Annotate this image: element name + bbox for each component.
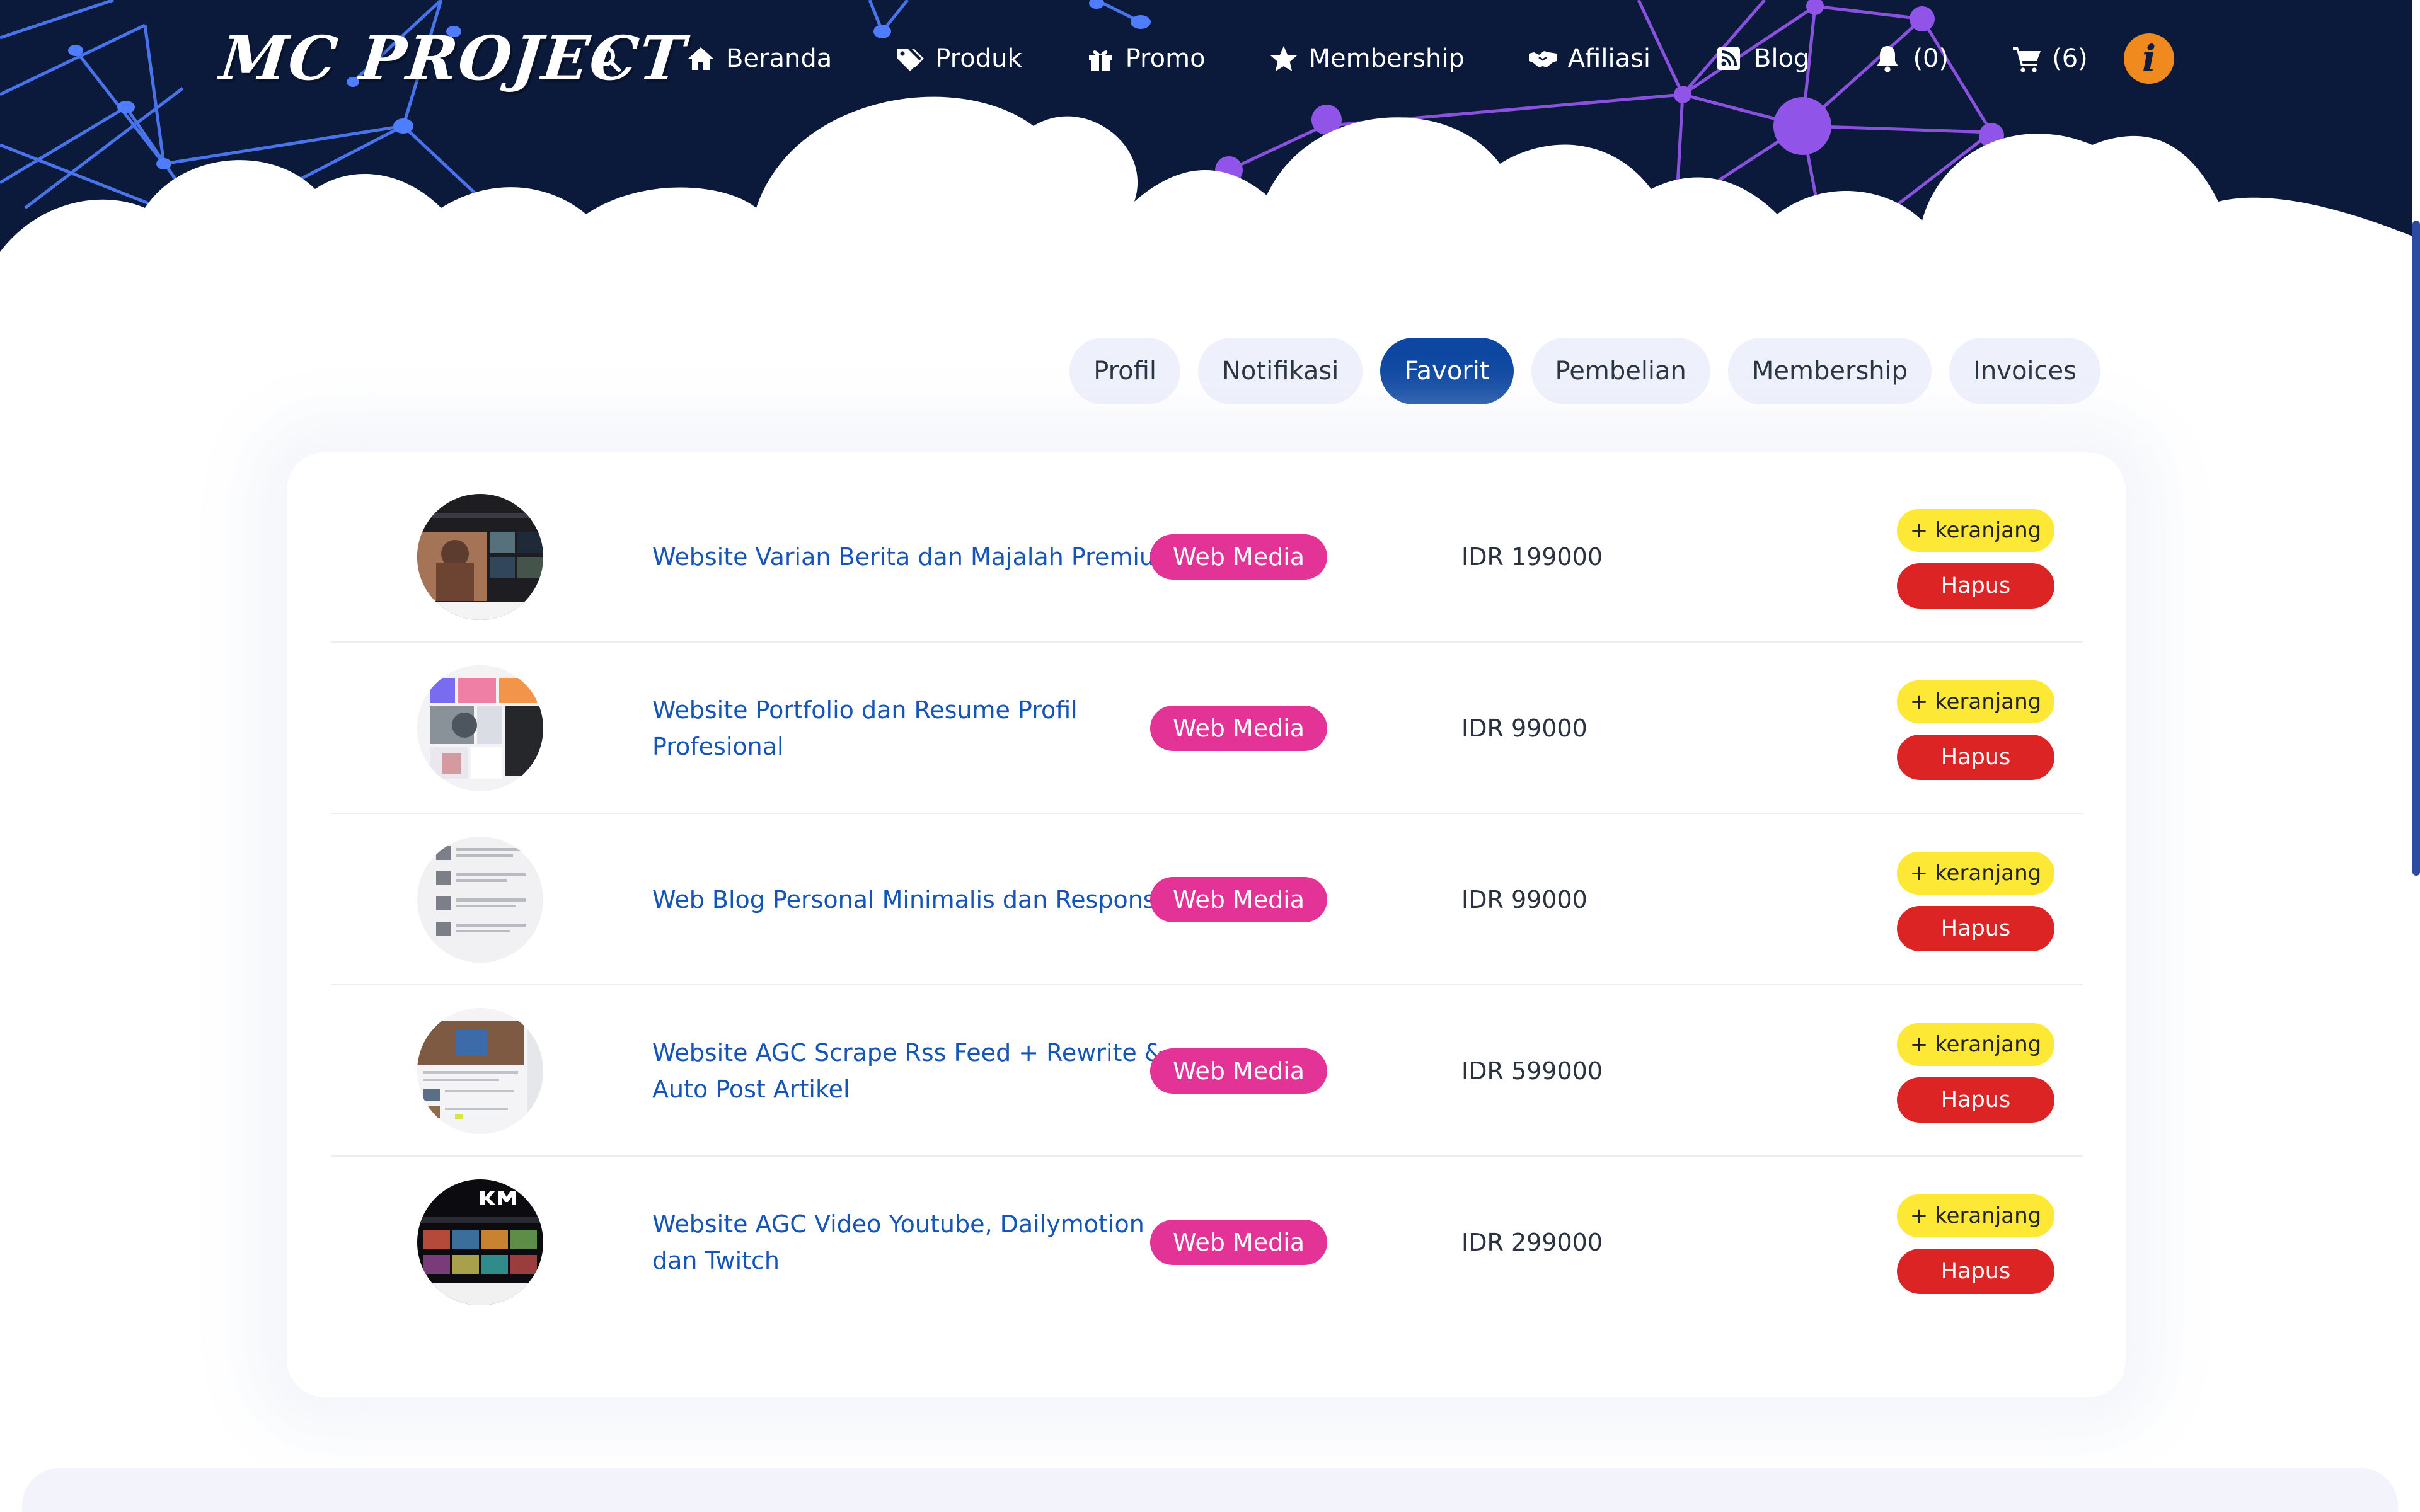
product-thumbnail[interactable] — [417, 665, 543, 791]
gift-icon — [1085, 43, 1115, 74]
add-to-cart-button[interactable]: + keranjang — [1897, 680, 2054, 723]
remove-favorite-button[interactable]: Hapus — [1897, 735, 2054, 780]
product-price: IDR 99000 — [1461, 714, 1587, 742]
site-header: MC PROJECT Beranda Produk Promo Membersh… — [0, 0, 2420, 296]
search-icon[interactable] — [592, 43, 623, 74]
nav-label-produk: Produk — [935, 44, 1022, 73]
tab-profil[interactable]: Profil — [1069, 338, 1180, 404]
favorite-row: Web Blog Personal Minimalis dan Responsi… — [331, 814, 2083, 985]
product-thumbnail[interactable] — [417, 837, 543, 963]
nav-label-beranda: Beranda — [726, 44, 833, 73]
nav-label-promo: Promo — [1125, 44, 1206, 73]
cart-count: (6) — [2052, 44, 2088, 73]
tab-invoices[interactable]: Invoices — [1949, 338, 2100, 404]
tab-notifikasi[interactable]: Notifikasi — [1198, 338, 1363, 404]
category-badge[interactable]: Web Media — [1150, 706, 1328, 751]
nav-cart[interactable]: (6) — [2012, 30, 2088, 87]
account-tabs: Profil Notifikasi Favorit Pembelian Memb… — [1069, 338, 2100, 404]
footer-panel — [22, 1468, 2398, 1512]
product-title-link[interactable]: Website Portfolio dan Resume Profil Prof… — [652, 643, 1194, 814]
product-title-link[interactable]: Web Blog Personal Minimalis dan Responsi… — [652, 814, 1194, 985]
product-thumbnail[interactable] — [417, 494, 543, 620]
nav-afiliasi[interactable]: Afiliasi — [1528, 30, 1651, 87]
cart-icon — [2012, 43, 2042, 74]
remove-favorite-button[interactable]: Hapus — [1897, 1249, 2054, 1294]
product-price: IDR 99000 — [1461, 886, 1587, 914]
star-icon — [1269, 43, 1299, 74]
product-price: IDR 299000 — [1461, 1228, 1603, 1256]
favorite-row: Website Varian Berita dan Majalah Premiu… — [331, 471, 2083, 643]
scrollbar-thumb[interactable] — [2412, 220, 2420, 876]
handshake-icon — [1528, 43, 1558, 74]
favorites-card: Website Varian Berita dan Majalah Premiu… — [287, 452, 2126, 1397]
nav-notifications[interactable]: (0) — [1872, 30, 1949, 87]
nav-produk[interactable]: Produk — [895, 30, 1022, 87]
notification-count: (0) — [1913, 44, 1949, 73]
product-thumbnail[interactable] — [417, 1179, 543, 1305]
nav-beranda[interactable]: Beranda — [686, 30, 832, 87]
remove-favorite-button[interactable]: Hapus — [1897, 563, 2054, 609]
product-thumbnail[interactable] — [417, 1008, 543, 1134]
add-to-cart-button[interactable]: + keranjang — [1897, 852, 2054, 895]
rss-icon — [1714, 43, 1744, 74]
category-badge[interactable]: Web Media — [1150, 877, 1328, 922]
nav-label-blog: Blog — [1754, 44, 1810, 73]
tab-pembelian[interactable]: Pembelian — [1531, 338, 1710, 404]
product-price: IDR 599000 — [1461, 1057, 1603, 1085]
remove-favorite-button[interactable]: Hapus — [1897, 1077, 2054, 1123]
tags-icon — [895, 43, 925, 74]
bell-icon — [1872, 43, 1903, 74]
product-title-link[interactable]: Website AGC Video Youtube, Dailymotion d… — [652, 1157, 1194, 1328]
home-icon — [686, 43, 716, 74]
favorite-row: Website Portfolio dan Resume Profil Prof… — [331, 643, 2083, 814]
tab-favorit[interactable]: Favorit — [1380, 338, 1514, 404]
add-to-cart-button[interactable]: + keranjang — [1897, 1023, 2054, 1066]
add-to-cart-button[interactable]: + keranjang — [1897, 1194, 2054, 1237]
add-to-cart-button[interactable]: + keranjang — [1897, 509, 2054, 552]
main-navigation: Beranda Produk Promo Membership Afiliasi — [592, 30, 2151, 87]
remove-favorite-button[interactable]: Hapus — [1897, 906, 2054, 951]
favorite-row: Website AGC Scrape Rss Feed + Rewrite & … — [331, 985, 2083, 1157]
category-badge[interactable]: Web Media — [1150, 534, 1328, 580]
favorite-row: Website AGC Video Youtube, Dailymotion d… — [331, 1157, 2083, 1328]
product-price: IDR 199000 — [1461, 543, 1603, 571]
category-badge[interactable]: Web Media — [1150, 1048, 1328, 1094]
info-button[interactable]: i — [2124, 33, 2174, 84]
nav-search[interactable] — [592, 30, 623, 87]
product-title-link[interactable]: Website Varian Berita dan Majalah Premiu… — [652, 471, 1194, 643]
product-title-link[interactable]: Website AGC Scrape Rss Feed + Rewrite & … — [652, 985, 1194, 1157]
nav-label-afiliasi: Afiliasi — [1567, 44, 1651, 73]
category-badge[interactable]: Web Media — [1150, 1220, 1328, 1265]
nav-membership[interactable]: Membership — [1269, 30, 1465, 87]
tab-membership[interactable]: Membership — [1727, 338, 1932, 404]
nav-blog[interactable]: Blog — [1714, 30, 1809, 87]
nav-promo[interactable]: Promo — [1085, 30, 1206, 87]
nav-label-membership: Membership — [1308, 44, 1465, 73]
